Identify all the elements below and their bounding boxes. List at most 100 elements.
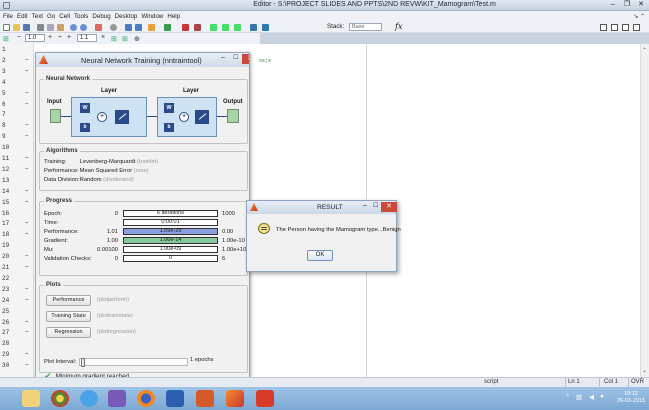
- algorithm-function[interactable]: (dividerand): [103, 177, 134, 183]
- menu-file[interactable]: File: [3, 13, 13, 20]
- find-icon[interactable]: [110, 24, 117, 31]
- executable-line-marker[interactable]: –: [25, 220, 28, 226]
- multiply-plus-button[interactable]: +: [67, 34, 71, 41]
- executable-line-marker[interactable]: –: [25, 68, 28, 74]
- chrome-tray-icon[interactable]: ●: [600, 393, 604, 400]
- menu-text[interactable]: Text: [32, 13, 43, 20]
- executable-line-marker[interactable]: –: [25, 57, 28, 63]
- minimize-button[interactable]: –: [606, 0, 620, 10]
- run-icon[interactable]: [164, 24, 171, 31]
- menu-go[interactable]: Go: [47, 13, 55, 20]
- executable-line-marker[interactable]: –: [25, 155, 28, 161]
- internet-explorer-icon[interactable]: [80, 390, 98, 407]
- back-icon[interactable]: [125, 24, 132, 31]
- algorithm-function[interactable]: (trainlm): [137, 159, 158, 165]
- step-in-icon[interactable]: [222, 24, 229, 31]
- file-explorer-icon[interactable]: [22, 390, 40, 407]
- network-tray-icon[interactable]: ▥: [576, 393, 582, 401]
- executable-line-marker[interactable]: –: [25, 133, 28, 139]
- vertical-scrollbar[interactable]: ⌃ ⌄: [640, 44, 649, 377]
- system-clock[interactable]: 18:12 26-03-2015: [617, 391, 645, 405]
- nntraintool-minimize-button[interactable]: –: [221, 54, 225, 61]
- executable-line-marker[interactable]: –: [25, 329, 28, 335]
- float-icon[interactable]: [633, 24, 640, 31]
- stack-select[interactable]: Base: [349, 23, 382, 31]
- pdf-reader-icon[interactable]: [256, 390, 274, 407]
- split-horizontal-icon[interactable]: [622, 24, 629, 31]
- dialog-close-button[interactable]: ✕: [381, 202, 397, 212]
- executable-line-marker[interactable]: –: [25, 253, 28, 259]
- scale-value-field[interactable]: 1.1: [77, 34, 97, 42]
- continue-icon[interactable]: [250, 24, 257, 31]
- word-icon[interactable]: [166, 390, 184, 407]
- nntraintool-maximize-button[interactable]: ☐: [233, 54, 238, 61]
- menu-cell[interactable]: Cell: [59, 13, 70, 20]
- paste-icon[interactable]: [57, 24, 64, 31]
- chrome-icon[interactable]: [51, 390, 69, 407]
- forward-icon[interactable]: [135, 24, 142, 31]
- close-button[interactable]: ✕: [634, 0, 648, 10]
- new-file-icon[interactable]: [3, 24, 10, 31]
- open-file-icon[interactable]: [13, 24, 20, 31]
- scroll-down-icon[interactable]: ⌄: [642, 367, 647, 374]
- volume-tray-icon[interactable]: ◀: [589, 393, 594, 401]
- redo-icon[interactable]: [80, 24, 87, 31]
- cut-icon[interactable]: [37, 24, 44, 31]
- executable-line-marker[interactable]: –: [25, 199, 28, 205]
- fx-icon[interactable]: fx: [395, 22, 402, 31]
- menu-debug[interactable]: Debug: [92, 13, 110, 20]
- code-snippet[interactable]: ss;s: [259, 58, 271, 64]
- menu-edit[interactable]: Edit: [17, 13, 28, 20]
- dialog-maximize-button[interactable]: ☐: [373, 202, 378, 209]
- performance-plot-button[interactable]: Performance: [46, 295, 91, 306]
- menu-help[interactable]: Help: [167, 13, 180, 20]
- breakpoint-icon[interactable]: [182, 24, 189, 31]
- increment-button[interactable]: +: [48, 34, 52, 41]
- slider-thumb[interactable]: [81, 358, 85, 367]
- executable-line-marker[interactable]: –: [25, 188, 28, 194]
- scroll-up-icon[interactable]: ⌃: [642, 47, 647, 54]
- executable-line-marker[interactable]: –: [25, 122, 28, 128]
- training-state-plot-button[interactable]: Training State: [46, 311, 91, 322]
- split-vertical-icon[interactable]: [611, 24, 618, 31]
- executable-line-marker[interactable]: –: [25, 231, 28, 237]
- media-player-icon[interactable]: [108, 390, 126, 407]
- executable-line-marker[interactable]: –: [25, 264, 28, 270]
- algorithm-function[interactable]: (mse): [134, 168, 149, 174]
- executable-line-marker[interactable]: –: [25, 362, 28, 368]
- step-out-icon[interactable]: [234, 24, 241, 31]
- exit-debug-icon[interactable]: [262, 24, 269, 31]
- nntraintool-close-button[interactable]: ✕: [242, 54, 249, 64]
- undock-icon[interactable]: ↘ ⌃: [633, 13, 645, 20]
- decrement-button[interactable]: −: [17, 34, 21, 41]
- tray-up-icon[interactable]: ⌃: [565, 393, 570, 401]
- dialog-minimize-button[interactable]: –: [363, 202, 367, 209]
- undo-icon[interactable]: [70, 24, 77, 31]
- tile-layout-icon[interactable]: [600, 24, 607, 31]
- menu-desktop[interactable]: Desktop: [115, 13, 138, 20]
- eval-cell-icon[interactable]: ⊞: [111, 35, 117, 43]
- executable-line-marker[interactable]: –: [25, 319, 28, 325]
- maximize-button[interactable]: ❐: [620, 0, 634, 10]
- executable-line-marker[interactable]: –: [25, 166, 28, 172]
- clear-breakpoints-icon[interactable]: [194, 24, 201, 31]
- menu-tools[interactable]: Tools: [74, 13, 88, 20]
- matlab-taskbar-icon[interactable]: [226, 390, 244, 407]
- executable-line-marker[interactable]: –: [25, 101, 28, 107]
- regression-plot-button[interactable]: Regression: [46, 327, 91, 338]
- ok-button[interactable]: OK: [307, 250, 333, 261]
- eval-advance-icon[interactable]: ⊞: [122, 35, 128, 43]
- function-browser-icon[interactable]: [148, 24, 155, 31]
- step-icon[interactable]: [210, 24, 217, 31]
- zoom-icon[interactable]: ⊕: [134, 35, 140, 43]
- plot-interval-slider[interactable]: [79, 358, 188, 367]
- powerpoint-icon[interactable]: [196, 390, 214, 407]
- divide-button[interactable]: ÷: [58, 34, 62, 41]
- firefox-icon[interactable]: [137, 390, 155, 407]
- save-icon[interactable]: [23, 24, 30, 31]
- cell-mode-icon[interactable]: ⊞: [3, 35, 9, 43]
- menu-window[interactable]: Window: [141, 13, 163, 20]
- executable-line-marker[interactable]: –: [25, 351, 28, 357]
- print-icon[interactable]: [95, 24, 102, 31]
- increment-value-field[interactable]: 1.0: [25, 34, 45, 42]
